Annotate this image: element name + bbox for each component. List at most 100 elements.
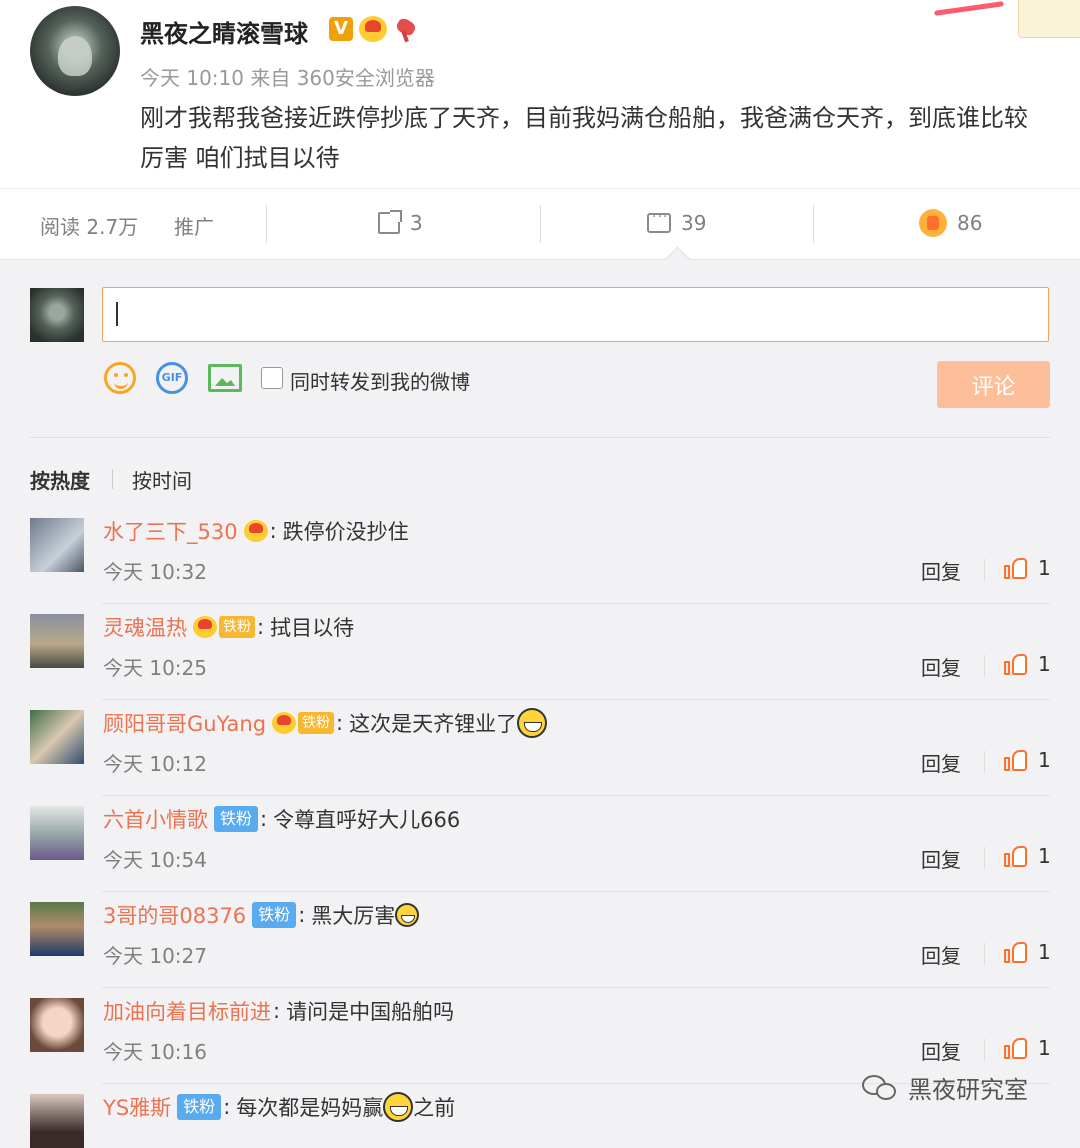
reply-button[interactable]: 回复	[921, 556, 961, 585]
comment-text: 这次是天齐锂业了	[349, 712, 518, 736]
reply-button[interactable]: 回复	[921, 748, 961, 777]
comment-item: 六首小情歌 铁粉 : 令尊直呼好大儿666 今天 10:54 回复 1	[0, 796, 1080, 892]
grin-emoji-icon	[395, 903, 420, 927]
crown-icon[interactable]	[243, 520, 268, 542]
fan-badge[interactable]: 铁粉	[219, 616, 255, 638]
reply-button[interactable]: 回复	[921, 844, 961, 873]
comment-time: 今天 10:54	[103, 848, 207, 872]
thumbs-up-icon	[1004, 844, 1028, 868]
comment-item: 3哥的哥08376 铁粉 : 黑大厉害 今天 10:27 回复 1	[0, 892, 1080, 988]
author-badges: V	[329, 16, 419, 42]
repost-checkbox[interactable]	[261, 367, 283, 389]
commenter-name[interactable]: 加油向着目标前进	[103, 996, 271, 1026]
comment-time: 今天 10:25	[103, 656, 207, 680]
comment-like-button[interactable]: 1	[1004, 652, 1051, 676]
comment-item: 顾阳哥哥GuYang 铁粉 : 这次是天齐锂业了 今天 10:12 回复 1	[0, 700, 1080, 796]
comment-like-button[interactable]: 1	[1004, 844, 1051, 868]
comment-line: 加油向着目标前进 : 请问是中国船舶吗	[103, 996, 454, 1026]
like-button[interactable]: 86	[919, 209, 982, 237]
crown-icon[interactable]	[272, 712, 297, 734]
read-count: 阅读 2.7万	[40, 215, 139, 239]
comment-text: 拭目以待	[270, 616, 355, 640]
comment-like-count: 1	[1038, 844, 1051, 868]
comment-line: YS雅斯 铁粉 : 每次都是妈妈赢 之前	[103, 1092, 455, 1122]
commenter-name[interactable]: YS雅斯	[103, 1092, 171, 1122]
comment-button[interactable]: 39	[647, 209, 706, 235]
crown-icon[interactable]	[193, 616, 217, 638]
comment-line: 六首小情歌 铁粉 : 令尊直呼好大儿666	[103, 804, 460, 834]
promote-link[interactable]: 推广	[174, 211, 214, 240]
commenter-name[interactable]: 六首小情歌	[103, 804, 208, 834]
divider	[266, 205, 267, 243]
comment-like-button[interactable]: 1	[1004, 940, 1051, 964]
ribbon-icon[interactable]	[393, 16, 419, 42]
thumbs-up-icon	[919, 209, 947, 237]
like-count: 86	[957, 211, 983, 235]
comment-like-count: 1	[1038, 652, 1051, 676]
fan-badge[interactable]: 铁粉	[214, 806, 259, 832]
post-meta: 今天 10:10 来自 360安全浏览器	[140, 66, 435, 90]
fan-badge[interactable]: 铁粉	[177, 1094, 222, 1120]
comment-like-button[interactable]: 1	[1004, 1036, 1051, 1060]
sort-by-time-tab[interactable]: 按时间	[132, 465, 192, 494]
share-icon	[378, 210, 402, 234]
fan-badge[interactable]: 铁粉	[298, 712, 335, 734]
thumbs-up-icon	[1004, 556, 1028, 580]
commenter-name[interactable]: 灵魂温热	[103, 612, 187, 642]
thumbs-up-icon	[1004, 652, 1028, 676]
comment-like-button[interactable]: 1	[1004, 748, 1051, 772]
comment-text-tail: 之前	[413, 1096, 456, 1120]
comment-line: 水了三下_530 : 跌停价没抄住	[103, 516, 409, 546]
reply-button[interactable]: 回复	[921, 652, 961, 681]
laughing-emoji-icon	[517, 708, 548, 738]
share-button[interactable]: 3	[378, 210, 423, 235]
emoji-icon[interactable]	[104, 362, 136, 394]
comment-time: 今天 10:32	[103, 560, 207, 584]
repost-label[interactable]: 同时转发到我的微博	[290, 366, 470, 395]
divider	[30, 437, 1050, 438]
commenter-avatar[interactable]	[30, 1094, 84, 1148]
commenter-avatar[interactable]	[30, 518, 84, 572]
crown-icon[interactable]	[359, 16, 387, 42]
commenter-name[interactable]: 3哥的哥08376	[103, 900, 246, 930]
comment-text: 每次都是妈妈赢	[236, 1096, 384, 1120]
verified-icon[interactable]: V	[329, 17, 353, 41]
gif-icon[interactable]: GIF	[156, 362, 188, 394]
fan-badge[interactable]: 铁粉	[252, 902, 297, 928]
grin-emoji-icon	[383, 1092, 414, 1122]
commenter-name[interactable]: 水了三下_530	[103, 516, 238, 546]
author-avatar[interactable]	[30, 6, 120, 96]
current-user-avatar[interactable]	[30, 288, 84, 342]
commenter-avatar[interactable]	[30, 806, 84, 860]
reply-button[interactable]: 回复	[921, 1036, 961, 1065]
comment-like-count: 1	[1038, 1036, 1051, 1060]
sort-by-hot-tab[interactable]: 按热度	[30, 465, 90, 494]
comment-like-count: 1	[1038, 940, 1051, 964]
comment-text: 令尊直呼好大儿666	[273, 808, 461, 832]
commenter-name[interactable]: 顾阳哥哥GuYang	[103, 708, 266, 738]
thumbs-up-icon	[1004, 748, 1028, 772]
comment-icon	[647, 209, 671, 233]
comment-line: 灵魂温热 铁粉 : 拭目以待	[103, 612, 354, 642]
reply-button[interactable]: 回复	[921, 940, 961, 969]
comment-like-button[interactable]: 1	[1004, 556, 1051, 580]
commenter-avatar[interactable]	[30, 614, 84, 668]
commenter-avatar[interactable]	[30, 902, 84, 956]
comment-text: 黑大厉害	[311, 904, 396, 928]
wechat-icon	[862, 1073, 900, 1103]
watermark: 黑夜研究室	[862, 1070, 1028, 1105]
divider	[112, 469, 113, 489]
text-cursor	[116, 302, 118, 326]
watermark-text: 黑夜研究室	[908, 1076, 1028, 1104]
submit-comment-button[interactable]: 评论	[937, 361, 1050, 408]
comment-text: 请问是中国船舶吗	[286, 1000, 455, 1024]
commenter-avatar[interactable]	[30, 998, 84, 1052]
comment-time: 今天 10:16	[103, 1040, 207, 1064]
post-text: 刚才我帮我爸接近跌停抄底了天齐，目前我妈满仓船舶，我爸满仓天齐，到底谁比较厉害 …	[140, 104, 1028, 172]
commenter-avatar[interactable]	[30, 710, 84, 764]
author-name[interactable]: 黑夜之睛滚雪球	[140, 14, 308, 49]
comment-item: 水了三下_530 : 跌停价没抄住 今天 10:32 回复 1	[0, 508, 1080, 604]
image-icon[interactable]	[208, 364, 242, 392]
comment-input[interactable]	[102, 287, 1049, 342]
comment-line: 3哥的哥08376 铁粉 : 黑大厉害	[103, 900, 420, 930]
